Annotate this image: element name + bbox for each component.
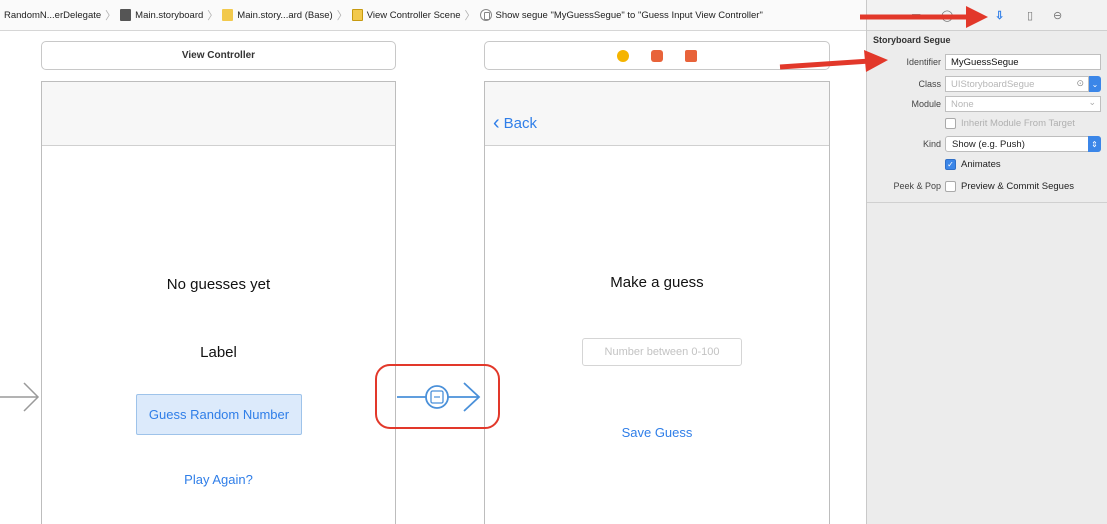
attributes-inspector: ▭ ◯ ⇩ ▯ ⊖ Storyboard Segue Identifier My…: [866, 0, 1107, 524]
view-controller-scene-title[interactable]: View Controller: [41, 41, 396, 70]
breadcrumb-item-scene[interactable]: View Controller Scene: [351, 9, 461, 21]
navigation-bar: ‹ Back: [485, 82, 829, 146]
breadcrumb-item-delegate[interactable]: RandomN...erDelegate: [4, 10, 101, 21]
segue-icon: [479, 9, 492, 21]
breadcrumb-separator: 〉: [336, 10, 348, 22]
identifier-row: Identifier MyGuessSegue: [867, 53, 1107, 71]
back-button[interactable]: ‹ Back: [493, 113, 537, 133]
breadcrumb-separator: 〉: [207, 10, 219, 22]
module-field[interactable]: None ⌄: [945, 96, 1101, 112]
module-label: Module: [911, 99, 941, 109]
class-label: Class: [918, 79, 941, 89]
divider: [867, 202, 1107, 203]
view-controller-scene[interactable]: No guesses yet Label Guess Random Number…: [41, 81, 396, 524]
animates-checkbox[interactable]: ✓: [945, 158, 956, 170]
animates-row: ✓ Animates: [867, 155, 1107, 173]
navigation-bar: [42, 82, 395, 146]
file-inspector-icon[interactable]: ▭: [911, 9, 921, 22]
module-placeholder: None: [951, 98, 974, 110]
inspector-tab-bar: ▭ ◯ ⇩ ▯ ⊖: [867, 0, 1107, 31]
guess-input-scene-title[interactable]: [484, 41, 830, 70]
identifier-label: Identifier: [906, 57, 941, 67]
class-dropdown-icon[interactable]: ⌄: [1089, 76, 1101, 92]
scene-icon: [351, 9, 363, 21]
preview-commit-checkbox[interactable]: [945, 180, 956, 192]
status-label[interactable]: No guesses yet: [42, 276, 395, 293]
exit-icon[interactable]: [685, 49, 697, 62]
save-guess-button[interactable]: Save Guess: [485, 425, 829, 440]
result-label[interactable]: Label: [42, 344, 395, 361]
inherit-module-checkbox[interactable]: [945, 117, 956, 129]
breadcrumb-item-storyboard[interactable]: Main.storyboard: [120, 9, 203, 21]
class-field[interactable]: UIStoryboardSegue ⊙: [945, 76, 1089, 92]
class-row: Class UIStoryboardSegue ⊙ ⌄: [867, 75, 1107, 93]
chevron-down-icon: ⌄: [1088, 97, 1096, 107]
class-placeholder: UIStoryboardSegue: [951, 78, 1035, 90]
navigate-icon[interactable]: ⊙: [1076, 78, 1084, 89]
view-controller-icon[interactable]: [617, 49, 629, 62]
storyboard-icon: [222, 9, 234, 21]
animates-label: Animates: [961, 158, 1001, 170]
popup-stepper-icon: ⇕: [1088, 136, 1101, 152]
preview-commit-label: Preview & Commit Segues: [961, 180, 1074, 192]
identifier-field[interactable]: MyGuessSegue: [945, 54, 1101, 70]
chevron-left-icon: ‹: [493, 112, 500, 134]
peek-pop-row: Peek & Pop Preview & Commit Segues: [867, 177, 1107, 195]
storyboard-file-icon: [120, 9, 132, 21]
storyboard-canvas[interactable]: View Controller No guesses yet Label Gue…: [0, 31, 866, 524]
make-guess-label[interactable]: Make a guess: [485, 274, 829, 291]
peek-pop-label: Peek & Pop: [893, 181, 941, 191]
inherit-module-row: Inherit Module From Target: [867, 114, 1107, 132]
module-row: Module None ⌄: [867, 95, 1107, 113]
size-inspector-icon[interactable]: ▯: [1027, 9, 1033, 22]
first-responder-icon[interactable]: [651, 49, 663, 62]
attributes-inspector-icon[interactable]: ⇩: [995, 9, 1004, 22]
help-icon[interactable]: ◯: [941, 9, 953, 22]
kind-popup[interactable]: Show (e.g. Push) ⇕: [945, 136, 1101, 152]
guess-random-number-button[interactable]: Guess Random Number: [136, 394, 302, 435]
breadcrumb-separator: 〉: [105, 10, 117, 22]
breadcrumb: RandomN...erDelegate 〉 Main.storyboard 〉…: [0, 0, 866, 31]
kind-row: Kind Show (e.g. Push) ⇕: [867, 135, 1107, 153]
inspector-section-title: Storyboard Segue: [873, 35, 951, 45]
kind-label: Kind: [922, 139, 941, 149]
breadcrumb-item-storyboard-base[interactable]: Main.story...ard (Base): [222, 9, 333, 21]
guess-input-scene[interactable]: ‹ Back Make a guess Number between 0-100…: [484, 81, 830, 524]
guess-number-input[interactable]: Number between 0-100: [582, 338, 742, 366]
connections-inspector-icon[interactable]: ⊖: [1053, 9, 1062, 22]
inherit-module-label: Inherit Module From Target: [961, 117, 1075, 129]
breadcrumb-item-segue[interactable]: Show segue "MyGuessSegue" to "Guess Inpu…: [479, 9, 763, 21]
play-again-button[interactable]: Play Again?: [42, 472, 395, 487]
kind-value: Show (e.g. Push): [952, 138, 1025, 150]
breadcrumb-separator: 〉: [464, 10, 476, 22]
